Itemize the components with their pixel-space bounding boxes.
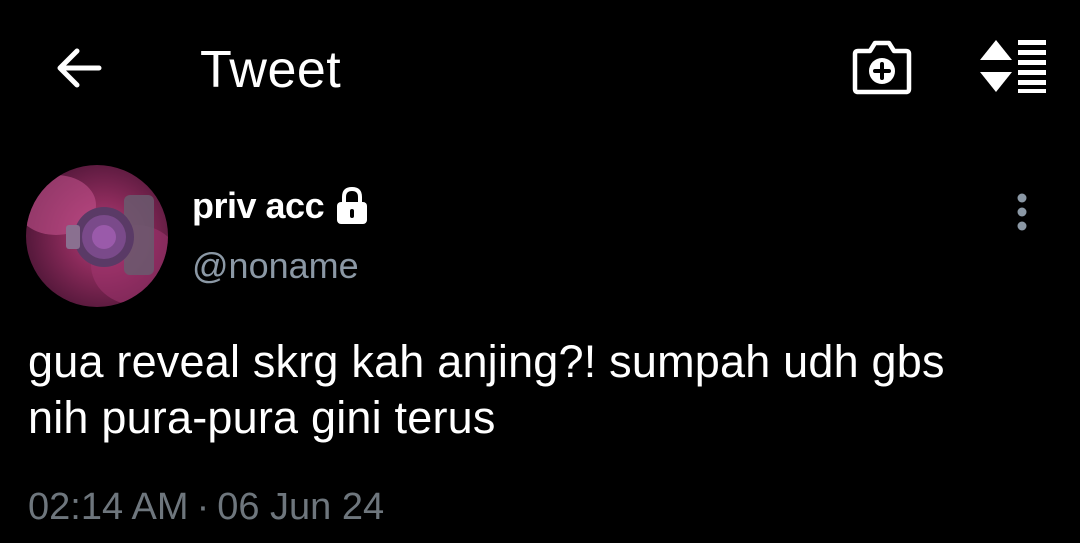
more-options-button[interactable] <box>1002 190 1042 238</box>
tweet-screen: Tweet priv acc @noname gua reveal skrg k… <box>0 0 1080 543</box>
arrow-left-icon <box>53 46 103 95</box>
camera-plus-icon <box>852 37 912 100</box>
tweet-text-line: gua reveal skrg kah anjing?! sumpah udh … <box>28 336 945 387</box>
watch-photo <box>26 175 168 305</box>
sort-button[interactable] <box>972 36 1052 100</box>
tweet-text: gua reveal skrg kah anjing?! sumpah udh … <box>28 334 1048 446</box>
top-bar: Tweet <box>0 0 1080 140</box>
more-vertical-icon <box>1015 192 1029 237</box>
camera-button[interactable] <box>848 36 916 100</box>
tweet-text-line: nih pura-pura gini terus <box>28 392 496 443</box>
display-name-row: priv acc <box>192 182 370 230</box>
sort-icon <box>976 38 1048 99</box>
tweet-time: 02:14 AM <box>28 486 189 528</box>
tweet-timestamp: 02:14 AM · 06 Jun 24 <box>28 484 384 530</box>
lock-icon <box>334 186 370 226</box>
avatar[interactable] <box>26 165 168 307</box>
meta-separator: · <box>196 486 210 528</box>
tweet-date: 06 Jun 24 <box>217 486 385 528</box>
username[interactable]: @noname <box>192 244 359 288</box>
display-name[interactable]: priv acc <box>192 185 325 227</box>
back-button[interactable] <box>48 40 108 100</box>
page-title: Tweet <box>200 41 342 99</box>
